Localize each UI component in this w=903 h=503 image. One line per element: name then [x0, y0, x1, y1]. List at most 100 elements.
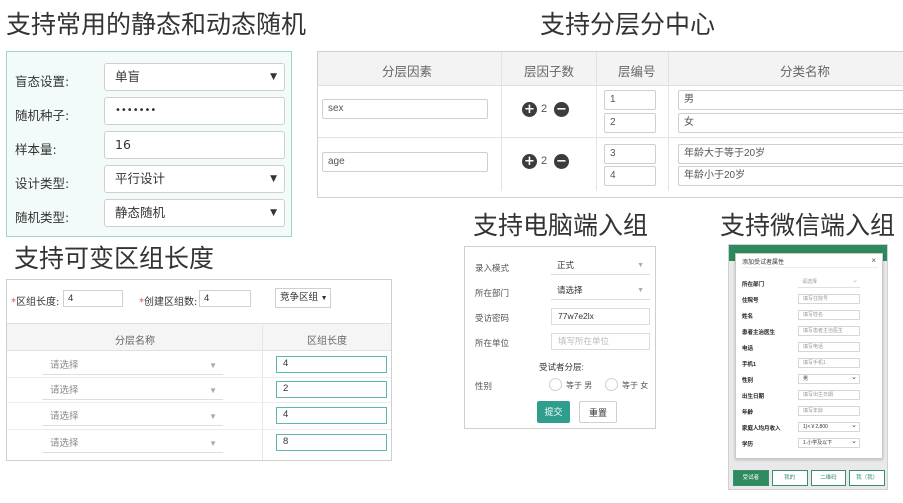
col-factor-count: 层因子数	[524, 64, 575, 79]
radio-female-label: 等于 女	[622, 381, 649, 390]
dept-select[interactable]: 请选择 ⌄	[798, 277, 860, 288]
strata-select[interactable]: 请选择 ▼	[42, 382, 223, 400]
radio-male[interactable]	[549, 378, 562, 391]
random-type-label: 随机类型:	[15, 210, 70, 225]
radio-female[interactable]	[605, 378, 618, 391]
category-name-input[interactable]: 年龄大于等于20岁	[678, 144, 903, 164]
field-label: 学历	[742, 442, 754, 448]
level-code-input[interactable]: 4	[604, 166, 656, 186]
radio-male-label: 等于 男	[566, 381, 593, 390]
strata-select[interactable]: 请选择 ▼	[42, 435, 223, 453]
gender-select[interactable]: 男 ⌄	[798, 374, 860, 384]
minus-circle-icon[interactable]: −	[554, 102, 569, 117]
chevron-down-icon: ⌄	[851, 374, 857, 381]
mobile-input[interactable]: 填写手机1	[798, 358, 860, 368]
sample-size-label: 样本量:	[15, 142, 57, 157]
plus-circle-icon[interactable]: +	[522, 102, 537, 117]
chevron-down-icon: ▼	[209, 439, 217, 448]
category-name-input[interactable]: 男	[678, 90, 903, 110]
unit-input[interactable]: 填写所在单位	[551, 333, 650, 350]
code-label: 受访密码	[475, 314, 510, 324]
random-settings-panel: 盲态设置: 单盲 ▼ 随机种子: ••••••• 样本量: 16 设计类型: 平行…	[6, 51, 292, 237]
chevron-down-icon: ▼	[270, 72, 277, 82]
field-label: 家庭人均月收入	[742, 426, 781, 432]
minus-circle-icon[interactable]: −	[554, 154, 569, 169]
design-type-label: 设计类型:	[15, 176, 70, 191]
income-select[interactable]: 1)<￥2,800 ⌄	[798, 422, 860, 432]
chevron-down-icon: ▼	[270, 208, 277, 218]
strata-factor-input[interactable]: sex	[322, 99, 488, 119]
field-label: 患者主治医生	[742, 330, 776, 336]
field-label: 手机1	[742, 362, 757, 368]
level-code-input[interactable]: 3	[604, 144, 656, 164]
level-code-input[interactable]: 2	[604, 113, 656, 133]
unit-label: 所在单位	[475, 339, 510, 349]
name-input[interactable]: 填写姓名	[798, 310, 860, 320]
age-input[interactable]: 填写年龄	[798, 406, 860, 416]
mode-label: 录入模式	[475, 264, 510, 274]
mode-select[interactable]: 正式 ▼	[551, 258, 650, 275]
strata-factor-input[interactable]: age	[322, 152, 488, 172]
block-length-cell[interactable]: 8	[276, 434, 387, 451]
strata-select[interactable]: 请选择 ▼	[42, 408, 223, 426]
blind-setting-row: 盲态设置: 单盲 ▼	[7, 63, 293, 93]
field-label: 性别	[742, 378, 754, 384]
field-label: 出生日期	[742, 394, 765, 400]
close-icon[interactable]: ×	[871, 256, 876, 265]
sample-size-input[interactable]: 16	[104, 131, 285, 159]
tab-subjects[interactable]: 受试者	[733, 470, 769, 486]
col-category-name: 分类名称	[780, 64, 831, 79]
code-input[interactable]: 77w7e2lx	[551, 308, 650, 325]
blind-setting-select[interactable]: 单盲 ▼	[104, 63, 285, 91]
col-strata-name: 分层名称	[115, 336, 155, 347]
education-select[interactable]: 1.小学及以下 ⌄	[798, 438, 860, 448]
gender-label: 性别	[475, 382, 493, 392]
random-seed-row: 随机种子: •••••••	[7, 97, 293, 127]
block-length-input[interactable]: 4	[63, 290, 123, 307]
dept-select[interactable]: 请选择 ▼	[551, 283, 650, 300]
sample-size-row: 样本量: 16	[7, 131, 293, 161]
chevron-down-icon: ▼	[637, 287, 644, 294]
submit-button[interactable]: 提交	[537, 401, 570, 423]
design-type-select[interactable]: 平行设计 ▼	[104, 165, 285, 193]
strata-select[interactable]: 请选择 ▼	[42, 357, 223, 375]
field-label: 姓名	[742, 314, 754, 320]
heading-pc: 支持电脑端入组	[473, 211, 649, 240]
level-code-input[interactable]: 1	[604, 90, 656, 110]
category-name-input[interactable]: 年龄小于20岁	[678, 166, 903, 186]
field-label: 年龄	[742, 410, 754, 416]
col-level-code: 层编号	[618, 64, 656, 79]
block-mode-select[interactable]: 竞争区组 ▼	[275, 288, 331, 308]
random-type-select[interactable]: 静态随机 ▼	[104, 199, 285, 227]
block-count-input[interactable]: 4	[199, 290, 251, 307]
random-type-row: 随机类型: 静态随机 ▼	[7, 199, 293, 229]
block-length-cell[interactable]: 4	[276, 356, 387, 373]
wechat-phone-screen: 添加受试者属性 × 所在部门 请选择 ⌄ 住院号 填写住院号 姓名 填写姓名 患者…	[728, 244, 888, 490]
tab-qrcode[interactable]: 二维码	[810, 470, 847, 486]
phone-input[interactable]: 填写电话	[798, 342, 860, 352]
field-label: 所在部门	[742, 282, 765, 288]
heading-wechat: 支持微信端入组	[720, 211, 896, 240]
tab-mine[interactable]: 我的	[771, 470, 808, 486]
chevron-down-icon: ⌄	[852, 277, 858, 284]
add-subject-modal: 添加受试者属性 × 所在部门 请选择 ⌄ 住院号 填写住院号 姓名 填写姓名 患者…	[735, 253, 883, 459]
birthdate-input[interactable]: 填写出生日期	[798, 390, 860, 400]
random-seed-input[interactable]: •••••••	[104, 97, 285, 125]
plus-circle-icon[interactable]: +	[522, 154, 537, 169]
hospital-no-input[interactable]: 填写住院号	[798, 294, 860, 304]
chevron-down-icon: ⌄	[851, 422, 857, 429]
chevron-down-icon: ▼	[320, 295, 328, 302]
pc-enroll-form: 录入模式 正式 ▼ 所在部门 请选择 ▼ 受访密码 77w7e2lx 所在单位 填写…	[464, 246, 656, 429]
random-seed-label: 随机种子:	[15, 108, 70, 123]
field-label: 住院号	[742, 298, 759, 304]
chevron-down-icon: ▼	[209, 412, 217, 421]
reset-button[interactable]: 重置	[579, 401, 617, 423]
block-length-cell[interactable]: 2	[276, 381, 387, 398]
doctor-input[interactable]: 填写患者主治医生	[798, 326, 860, 336]
block-length-label: *区组长度:	[11, 297, 60, 308]
bottom-tabbar: 受试者 我的 二维码 我（我）	[733, 470, 885, 486]
blind-setting-label: 盲态设置:	[15, 74, 70, 89]
block-length-cell[interactable]: 4	[276, 407, 387, 424]
category-name-input[interactable]: 女	[678, 113, 903, 133]
tab-me[interactable]: 我（我）	[849, 470, 885, 486]
